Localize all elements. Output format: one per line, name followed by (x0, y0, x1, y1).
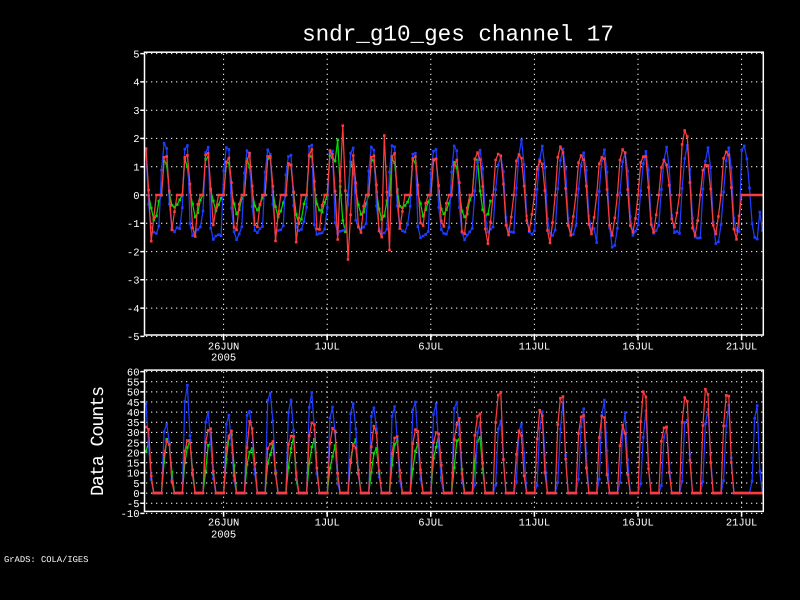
svg-text:11JUL: 11JUL (519, 342, 551, 354)
svg-text:6JUL: 6JUL (418, 518, 443, 530)
svg-text:2005: 2005 (211, 529, 236, 541)
svg-text:Data Counts: Data Counts (88, 387, 109, 496)
svg-text:5: 5 (133, 49, 139, 61)
svg-text:1JUL: 1JUL (315, 518, 340, 530)
svg-text:1JUL: 1JUL (315, 342, 340, 354)
svg-text:11JUL: 11JUL (519, 518, 551, 530)
svg-text:16JUL: 16JUL (622, 518, 654, 530)
svg-text:10: 10 (127, 469, 140, 481)
svg-text:30: 30 (127, 428, 140, 440)
svg-text:16JUL: 16JUL (622, 342, 654, 354)
svg-text:0: 0 (133, 191, 139, 203)
svg-text:-4: -4 (127, 304, 140, 316)
svg-text:-2: -2 (127, 247, 140, 259)
svg-text:26JUN: 26JUN (208, 518, 240, 530)
svg-text:-5: -5 (127, 332, 140, 344)
svg-text:26JUN: 26JUN (208, 342, 240, 354)
svg-text:4: 4 (133, 78, 139, 90)
svg-text:1: 1 (133, 163, 139, 175)
svg-text:GrADS: COLA/IGES: GrADS: COLA/IGES (4, 555, 88, 565)
svg-text:-1: -1 (127, 219, 140, 231)
svg-text:50: 50 (127, 388, 140, 400)
svg-text:3: 3 (133, 106, 139, 118)
svg-text:21JUL: 21JUL (726, 342, 758, 354)
svg-text:2005: 2005 (211, 353, 236, 365)
svg-text:-3: -3 (127, 276, 140, 288)
svg-text:60: 60 (127, 367, 140, 379)
svg-text:sndr_g10_ges channel 17: sndr_g10_ges channel 17 (302, 22, 614, 48)
svg-text:21JUL: 21JUL (726, 518, 758, 530)
svg-text:6JUL: 6JUL (418, 342, 443, 354)
svg-text:2: 2 (133, 134, 139, 146)
